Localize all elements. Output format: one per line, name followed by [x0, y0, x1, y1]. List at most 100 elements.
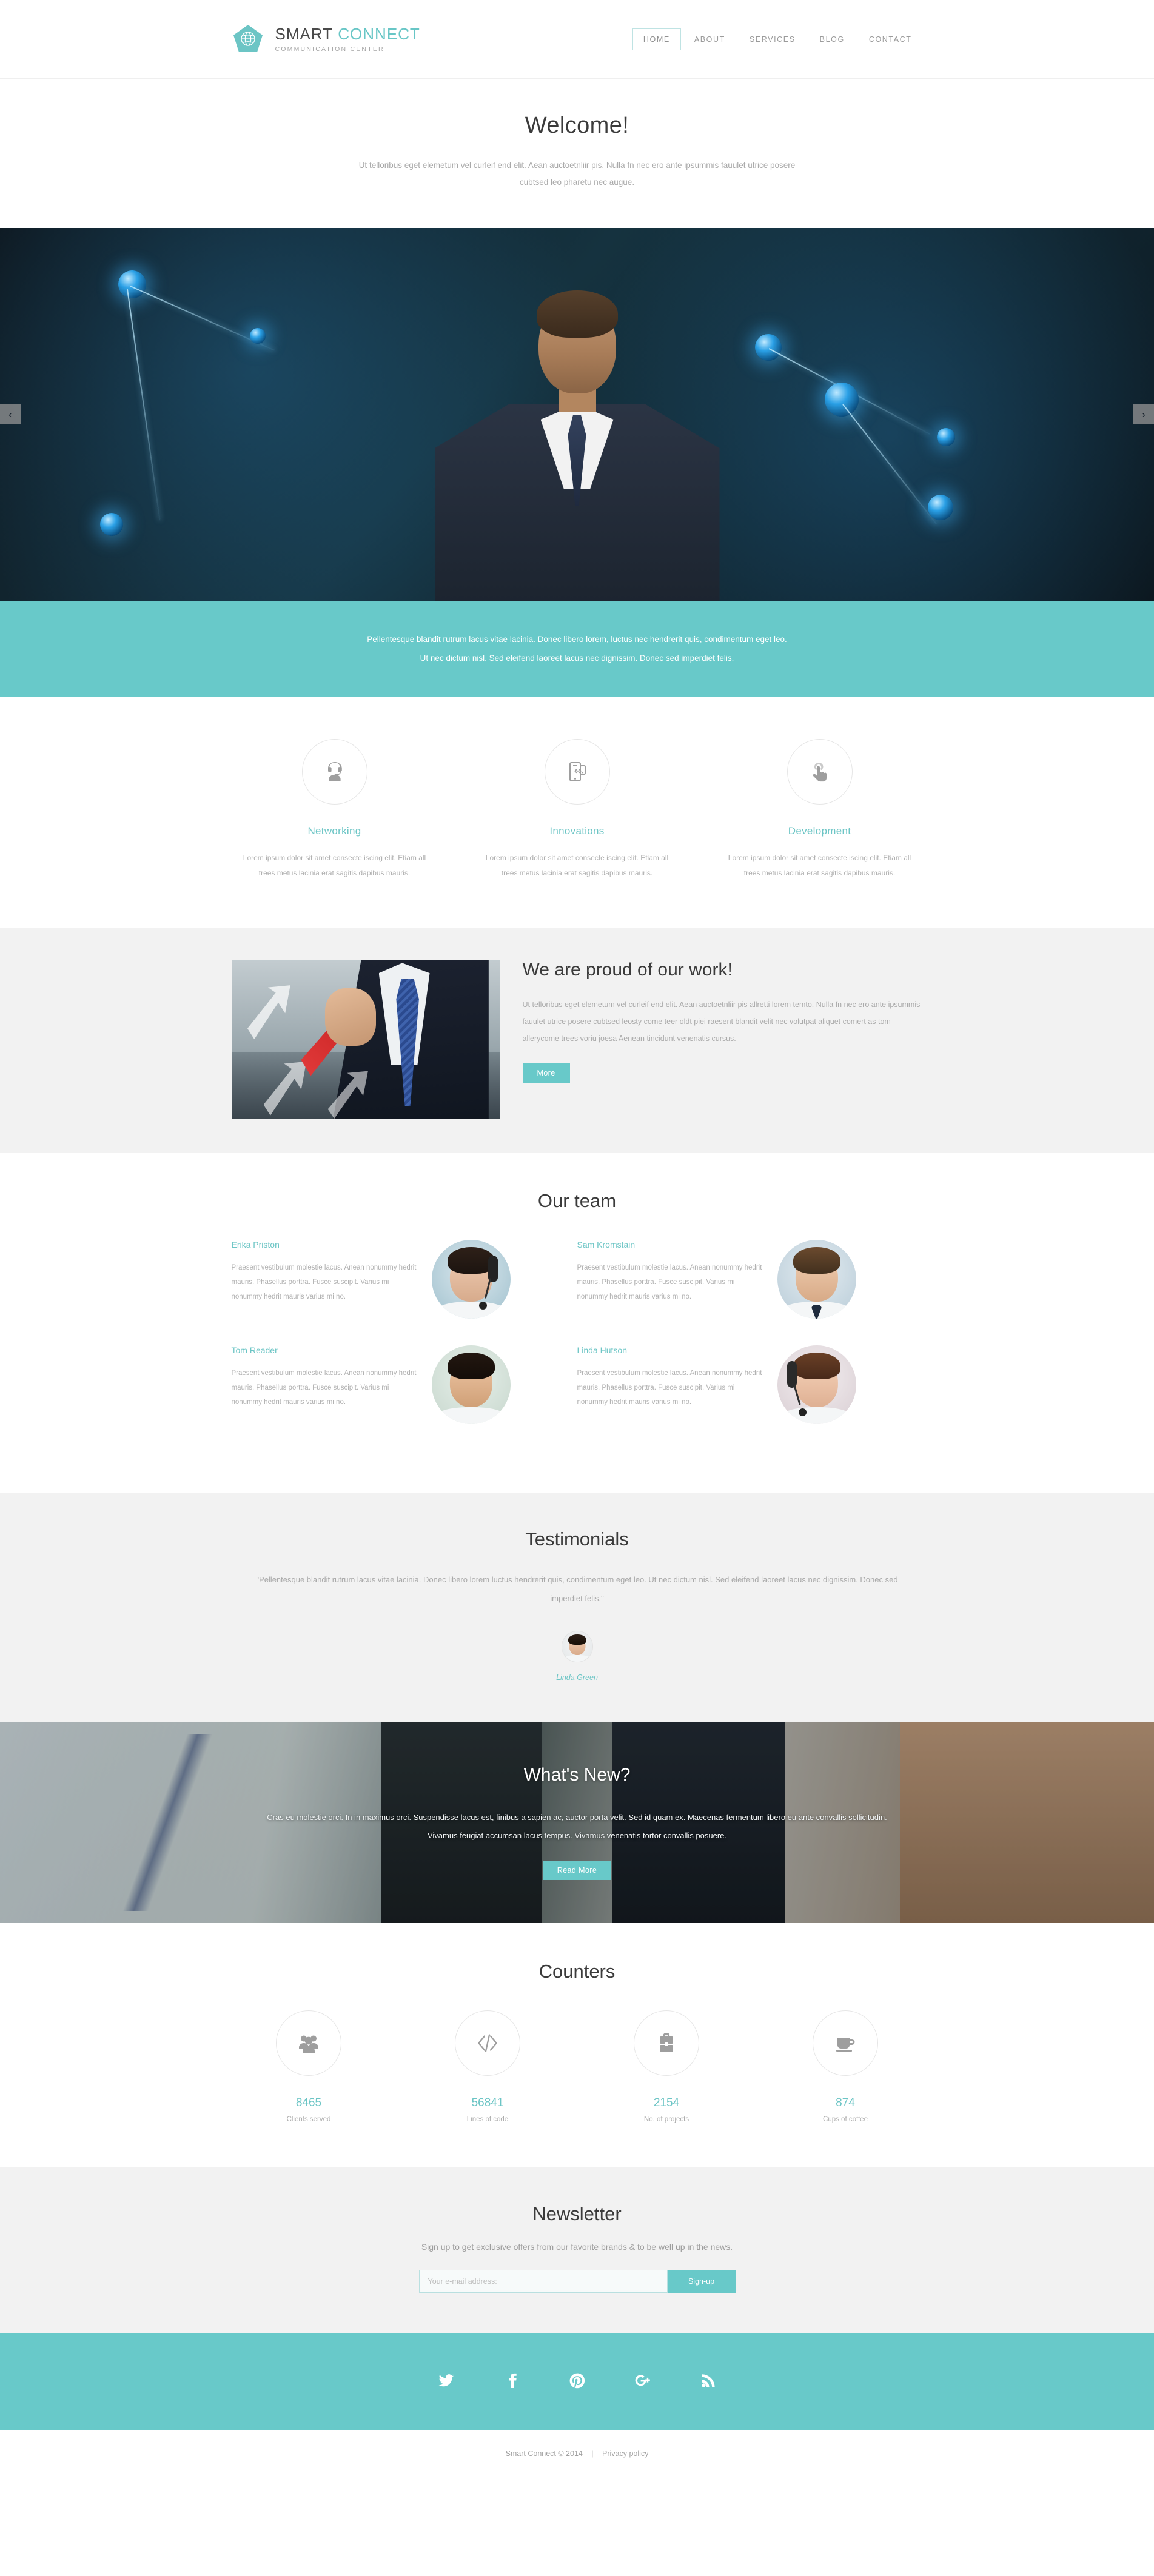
counter-no-of-projects: 2154 No. of projects	[589, 2010, 744, 2123]
team-member-card[interactable]: Linda Hutson Praesent vestibulum molesti…	[577, 1345, 923, 1425]
team-member-card[interactable]: Tom Reader Praesent vestibulum molestie …	[231, 1345, 577, 1425]
team-member-card[interactable]: Erika Priston Praesent vestibulum molest…	[232, 1240, 577, 1319]
rss-icon[interactable]	[694, 2367, 722, 2395]
team-section: Our team Erika Priston Praesent vestibul…	[0, 1153, 1154, 1494]
newsletter-form: Sign-up	[232, 2270, 923, 2293]
signup-button[interactable]: Sign-up	[667, 2270, 736, 2293]
privacy-policy-link[interactable]: Privacy policy	[602, 2449, 648, 2458]
team-member-photo	[777, 1345, 856, 1425]
welcome-text: Ut telloribus eget elemetum vel curleif …	[358, 161, 796, 187]
network-node	[928, 494, 953, 520]
team-member-bio: Praesent vestibulum molestie lacus. Anea…	[231, 1264, 417, 1301]
copyright-bar: Smart Connect © 2014 | Privacy policy	[0, 2430, 1154, 2480]
counters-title: Counters	[538, 1961, 616, 1982]
nav-item-blog[interactable]: BLOG	[809, 28, 856, 50]
users-group-icon	[276, 2010, 341, 2076]
counter-clients-served: 8465 Clients served	[232, 2010, 386, 2123]
nav-item-services[interactable]: SERVICES	[739, 28, 807, 50]
testimonial-author: Linda Green	[556, 1673, 598, 1682]
headset-operator-icon	[301, 738, 367, 805]
network-node	[100, 512, 123, 536]
counter-label: No. of projects	[643, 2116, 689, 2124]
service-card-innovations[interactable]: Innovations Lorem ipsum dolor sit amet c…	[474, 738, 680, 881]
proud-section: We are proud of our work! Ut telloribus …	[0, 928, 1154, 1153]
newsletter-subtitle: Sign up to get exclusive offers from our…	[421, 2242, 733, 2252]
code-brackets-icon	[455, 2010, 520, 2076]
coffee-cup-icon	[813, 2010, 878, 2076]
mobile-devices-icon	[544, 738, 610, 805]
slider-prev-button[interactable]: ‹	[0, 404, 21, 425]
more-button[interactable]: More	[522, 1063, 570, 1083]
service-card-development[interactable]: Development Lorem ipsum dolor sit amet c…	[717, 738, 923, 881]
service-description: Lorem ipsum dolor sit amet consecte isci…	[728, 853, 911, 877]
whats-new-text: Cras eu molestie orci. In in maximus orc…	[267, 1813, 887, 1841]
network-node	[118, 270, 146, 298]
twitter-icon[interactable]	[432, 2367, 460, 2395]
welcome-section: Welcome! Ut telloribus eget elemetum vel…	[0, 79, 1154, 228]
team-member-bio: Praesent vestibulum molestie lacus. Anea…	[577, 1370, 762, 1407]
counters-section: Counters 8465 Clients served 56841 Lines…	[0, 1923, 1154, 2167]
service-title: Networking	[307, 825, 361, 837]
hero-businessman-image	[420, 286, 735, 601]
service-description: Lorem ipsum dolor sit amet consecte isci…	[243, 853, 426, 877]
service-card-networking[interactable]: Networking Lorem ipsum dolor sit amet co…	[232, 738, 438, 881]
tagline-banner: Pellentesque blandit rutrum lacus vitae …	[0, 600, 1154, 697]
counter-value: 8465	[295, 2096, 322, 2110]
copyright-separator: |	[591, 2449, 594, 2458]
network-node	[825, 382, 859, 417]
counter-label: Cups of coffee	[823, 2116, 868, 2124]
newsletter-section: Newsletter Sign up to get exclusive offe…	[0, 2167, 1154, 2333]
testimonials-section: Testimonials "Pellentesque blandit rutru…	[0, 1493, 1154, 1722]
tagline-line-2: Ut nec dictum nisl. Sed eleifend laoreet…	[420, 653, 734, 663]
team-member-photo	[431, 1240, 511, 1319]
brand-tagline: COMMUNICATION CENTER	[275, 45, 384, 53]
team-member-photo	[777, 1240, 856, 1319]
team-member-name: Tom Reader	[231, 1345, 278, 1356]
team-member-name: Linda Hutson	[577, 1345, 628, 1356]
whats-new-section: What's New? Cras eu molestie orci. In in…	[0, 1722, 1154, 1924]
nav-item-contact[interactable]: CONTACT	[858, 28, 923, 50]
network-node	[250, 327, 266, 344]
email-input[interactable]	[418, 2270, 668, 2293]
counter-value: 2154	[653, 2096, 680, 2110]
hero-slider: ‹ ›	[0, 227, 1154, 601]
welcome-title: Welcome!	[525, 113, 629, 138]
services-section: Networking Lorem ipsum dolor sit amet co…	[0, 696, 1154, 929]
testimonial-avatar	[561, 1631, 593, 1663]
chevron-left-icon: ‹	[8, 408, 12, 420]
pinterest-icon[interactable]	[563, 2367, 591, 2395]
testimonial-quote: "Pellentesque blandit rutrum lacus vitae…	[256, 1575, 898, 1603]
nav-item-about[interactable]: ABOUT	[683, 28, 736, 50]
proud-image	[231, 960, 500, 1119]
newsletter-title: Newsletter	[532, 2203, 622, 2225]
team-member-bio: Praesent vestibulum molestie lacus. Anea…	[577, 1264, 762, 1301]
page-root: SMART CONNECT COMMUNICATION CENTER HOME …	[0, 0, 1154, 2480]
facebook-icon[interactable]	[498, 2367, 526, 2395]
service-description: Lorem ipsum dolor sit amet consecte isci…	[485, 853, 669, 877]
touch-hand-icon	[787, 738, 853, 805]
read-more-button[interactable]: Read More	[542, 1861, 612, 1881]
network-node	[937, 427, 955, 446]
footer-social-bar	[0, 2333, 1154, 2430]
brand-name-secondary: CONNECT	[338, 24, 420, 43]
chevron-right-icon: ›	[1142, 408, 1146, 420]
counter-cups-of-coffee: 874 Cups of coffee	[768, 2010, 923, 2123]
team-member-bio: Praesent vestibulum molestie lacus. Anea…	[231, 1370, 417, 1407]
copyright-text: Smart Connect © 2014	[505, 2449, 583, 2458]
service-title: Development	[788, 825, 851, 837]
pentagon-globe-icon	[232, 23, 264, 56]
google-plus-icon[interactable]	[629, 2367, 657, 2395]
logo[interactable]: SMART CONNECT COMMUNICATION CENTER	[232, 23, 420, 56]
network-node	[755, 333, 782, 361]
nav-item-home[interactable]: HOME	[632, 28, 681, 50]
team-member-card[interactable]: Sam Kromstain Praesent vestibulum molest…	[577, 1240, 923, 1319]
slider-next-button[interactable]: ›	[1133, 404, 1154, 425]
briefcase-icon	[634, 2010, 699, 2076]
counter-value: 56841	[471, 2096, 504, 2110]
counter-lines-of-code: 56841 Lines of code	[411, 2010, 565, 2123]
whats-new-title: What's New?	[523, 1765, 631, 1785]
team-member-name: Sam Kromstain	[577, 1240, 636, 1250]
main-navigation: HOME ABOUT SERVICES BLOG CONTACT	[632, 28, 923, 50]
testimonials-title: Testimonials	[525, 1528, 629, 1550]
counter-label: Clients served	[286, 2116, 331, 2124]
